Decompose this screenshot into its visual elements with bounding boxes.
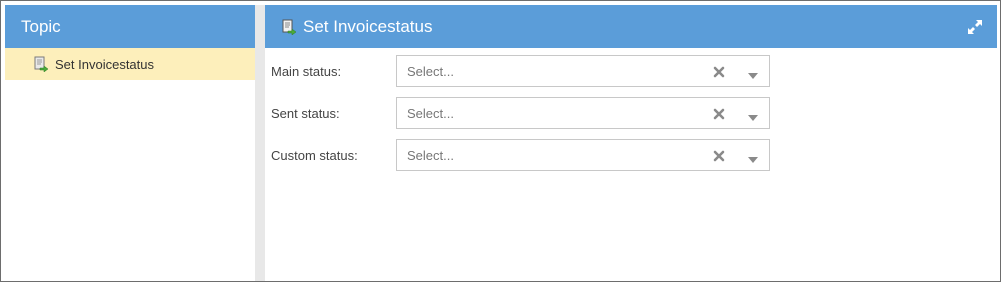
custom-status-row: Custom status: Select... xyxy=(265,139,997,171)
custom-status-placeholder: Select... xyxy=(407,147,454,163)
custom-status-select[interactable]: Select... xyxy=(396,139,770,171)
clear-icon[interactable] xyxy=(713,65,725,78)
document-arrow-icon xyxy=(281,19,297,35)
sent-status-placeholder: Select... xyxy=(407,105,454,121)
clear-icon[interactable] xyxy=(713,149,725,162)
chevron-down-icon[interactable] xyxy=(747,151,759,163)
detail-panel-header: Set Invoicestatus xyxy=(265,5,997,48)
expand-icon[interactable] xyxy=(967,19,983,35)
main-status-select[interactable]: Select... xyxy=(396,55,770,87)
chevron-down-icon[interactable] xyxy=(747,67,759,79)
detail-panel: Set Invoicestatus Main status: Select... xyxy=(265,5,997,281)
panel-splitter[interactable] xyxy=(255,5,265,281)
app-frame: Topic Set Invoicestatus Set Invoicestatu… xyxy=(0,0,1001,282)
topic-panel-title: Topic xyxy=(21,16,61,36)
chevron-down-icon[interactable] xyxy=(747,109,759,121)
topic-item-set-invoicestatus[interactable]: Set Invoicestatus xyxy=(5,48,255,80)
sent-status-row: Sent status: Select... xyxy=(265,97,997,129)
detail-panel-title: Set Invoicestatus xyxy=(303,16,433,36)
main-status-row: Main status: Select... xyxy=(265,55,997,87)
sent-status-select[interactable]: Select... xyxy=(396,97,770,129)
topic-panel: Topic Set Invoicestatus xyxy=(5,5,255,281)
topic-panel-header: Topic xyxy=(5,5,255,48)
sent-status-label: Sent status: xyxy=(271,105,340,121)
clear-icon[interactable] xyxy=(713,107,725,120)
custom-status-label: Custom status: xyxy=(271,147,358,163)
topic-item-label: Set Invoicestatus xyxy=(55,56,154,72)
document-arrow-icon xyxy=(33,56,49,73)
main-status-label: Main status: xyxy=(271,63,342,79)
main-status-placeholder: Select... xyxy=(407,63,454,79)
